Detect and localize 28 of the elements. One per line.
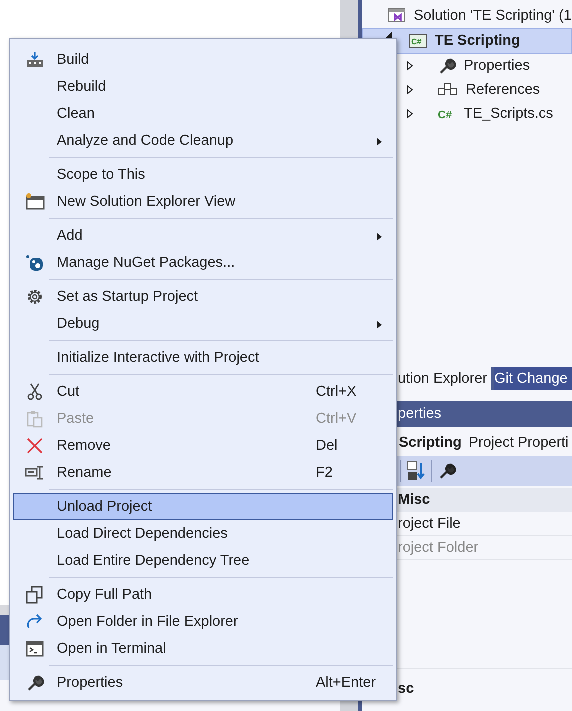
menu-item[interactable]: Clean [13, 100, 393, 127]
menu-item[interactable]: Copy Full Path [13, 581, 393, 608]
menu-item[interactable]: Analyze and Code Cleanup [13, 127, 393, 154]
csharp-file-icon: C# [438, 107, 456, 121]
solution-label[interactable]: Solution 'TE Scripting' (1 [414, 8, 572, 24]
menu-item[interactable]: Open Folder in File Explorer [13, 608, 393, 635]
menu-item[interactable]: Remove Del [13, 432, 393, 459]
object-type: Project Properti [468, 434, 569, 450]
menu-item[interactable]: Set as Startup Project [13, 283, 393, 310]
menu-item[interactable]: Properties Alt+Enter [13, 669, 393, 696]
description-title: sc [398, 681, 414, 697]
menu-item[interactable]: Rebuild [13, 73, 393, 100]
panel-tab[interactable]: Git Change [494, 367, 572, 390]
menu-item[interactable]: Manage NuGet Packages... [13, 249, 393, 276]
menu-item[interactable]: Rename F2 [13, 459, 393, 486]
menu-item[interactable]: Scope to This [13, 161, 393, 188]
menu-item[interactable]: New Solution Explorer View [13, 188, 393, 215]
menu-item[interactable]: Open in Terminal [13, 635, 393, 662]
menu-item[interactable]: Add [13, 222, 393, 249]
object-name: Scripting [399, 434, 462, 450]
project-node[interactable]: C# TE Scripting [362, 28, 572, 54]
tree-item[interactable]: TE_Scripts.cs [464, 106, 554, 122]
properties-title: perties [398, 406, 442, 422]
menu-item[interactable]: Debug [13, 310, 393, 337]
csharp-project-icon: C# [409, 34, 427, 48]
tree-item[interactable]: References [466, 82, 540, 98]
menu-item[interactable]: Unload Project [13, 493, 393, 520]
tree-item[interactable]: Properties [464, 58, 530, 74]
